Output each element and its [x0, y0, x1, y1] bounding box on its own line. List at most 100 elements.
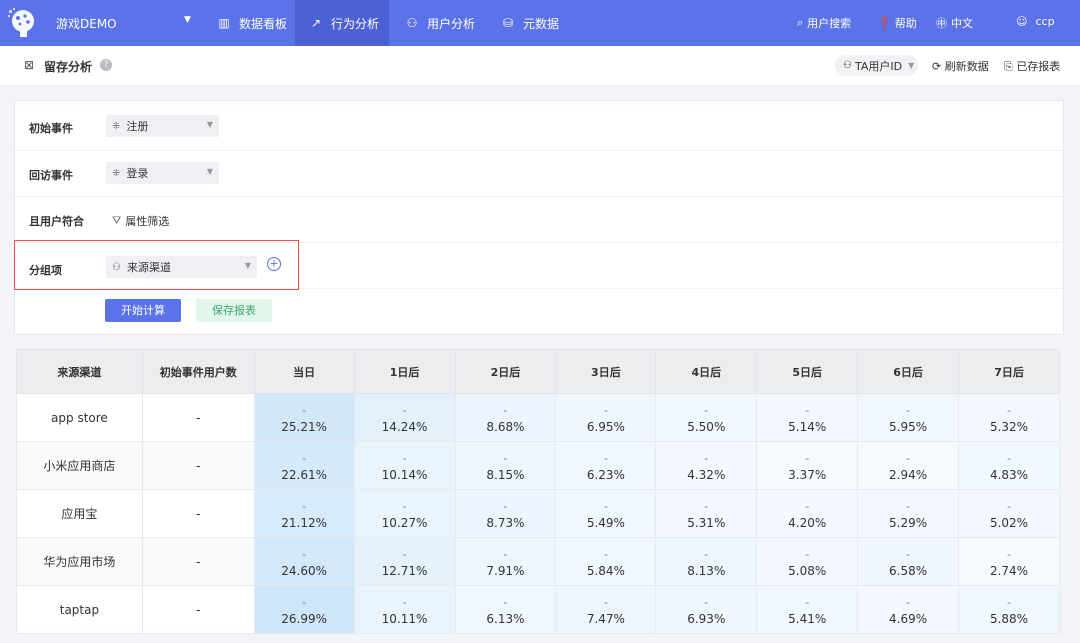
table-header-row: 来源渠道 初始事件用户数 当日 1日后 2日后 3日后 4日后 5日后 6日后 7日后 [16, 349, 1060, 394]
column-header[interactable]: 1日后 [353, 349, 456, 394]
column-header[interactable]: 3日后 [555, 349, 657, 394]
user-menu[interactable]: ☺ ccp [1016, 15, 1055, 28]
column-header[interactable]: 2日后 [454, 349, 557, 394]
retention-cell: - 6.58% [857, 537, 960, 586]
language-icon: ㊥ [936, 17, 947, 30]
retention-cell: - 14.24% [353, 393, 456, 442]
cell-count: - [704, 547, 709, 561]
table-row: 华为应用市场 - -24.60% -12.71% -7.91% -5.84% -8.13% -… [16, 537, 1060, 586]
channel-cell: 应用宝 [16, 489, 143, 538]
retention-cell: - 5.32% [958, 393, 1060, 442]
save-report-button[interactable]: 保存报表 [196, 299, 272, 322]
retention-rate: 4.20% [788, 515, 827, 530]
channel-cell: taptap [16, 585, 143, 634]
column-header[interactable]: 来源渠道 [16, 349, 143, 394]
retention-rate: 5.84% [586, 563, 625, 578]
retention-rate: 21.12% [281, 515, 328, 530]
retention-rate: 10.11% [381, 611, 428, 626]
nav-item-behavior-analysis[interactable]: ↗ 行为分析 [295, 0, 389, 46]
column-header[interactable]: 初始事件用户数 [141, 349, 255, 394]
table-row: app store - -25.21% -14.24% -8.68% -6.95% -5.5… [16, 393, 1060, 442]
refresh-label: 刷新数据 [944, 60, 989, 73]
retention-cell: - 5.29% [857, 489, 960, 538]
page-header: ⊠ 留存分析 ? ⚇ TA用户ID ▼ ⟳ 刷新数据 ⎘ 已存报表 [0, 46, 1080, 86]
retention-cell: - 5.41% [756, 585, 859, 634]
saved-reports-button[interactable]: ⎘ 已存报表 [1004, 58, 1060, 74]
click-event-icon: ⁜ [112, 120, 121, 132]
attribute-filter-link[interactable]: ⛛ 属性筛选 [112, 213, 169, 229]
channel-cell: app store [16, 393, 143, 442]
user-search-label: 用户搜索 [807, 17, 852, 30]
retention-rate: 6.58% [889, 563, 928, 578]
retention-rate: 7.91% [486, 563, 525, 578]
brain-logo-icon[interactable] [6, 6, 40, 40]
column-header[interactable]: 7日后 [958, 349, 1060, 394]
channel-cell: 小米应用商店 [16, 441, 143, 490]
retention-cell: - 8.13% [655, 537, 758, 586]
nav-item-dashboard[interactable]: ▥ 数据看板 [203, 0, 293, 46]
language-switch[interactable]: ㊥ 中文 [936, 15, 973, 31]
retention-cell: - 10.27% [353, 489, 456, 538]
initial-event-row: 初始事件 ⁜ 注册 ▼ [15, 101, 1063, 151]
column-header[interactable]: 6日后 [857, 349, 960, 394]
table-row: 应用宝 - -21.12% -10.27% -8.73% -5.49% -5.31% -4.2… [16, 489, 1060, 538]
nav-item-metadata[interactable]: ⛁ 元数据 [487, 0, 567, 46]
project-dropdown-caret-icon[interactable]: ▼ [184, 15, 191, 25]
retention-rate: 5.49% [586, 515, 625, 530]
user-search-link[interactable]: ⌕ 用户搜索 [797, 15, 851, 31]
attribute-filter-label: 属性筛选 [125, 215, 170, 228]
start-compute-button[interactable]: 开始计算 [105, 299, 181, 322]
return-event-select[interactable]: ⁜ 登录 ▼ [106, 162, 219, 184]
table-row: 小米应用商店 - -22.61% -10.14% -8.15% -6.23% -4.32% -… [16, 441, 1060, 490]
retention-rate: 2.94% [889, 467, 928, 482]
cell-count: - [603, 547, 608, 561]
user-id-icon: ⚇ [843, 60, 852, 71]
column-header[interactable]: 4日后 [655, 349, 758, 394]
nav-item-user-analysis[interactable]: ⚇ 用户分析 [391, 0, 483, 46]
refresh-data-button[interactable]: ⟳ 刷新数据 [932, 58, 989, 74]
return-event-value: 登录 [126, 167, 149, 180]
retention-cell: - 7.47% [555, 585, 657, 634]
cell-count: - [402, 403, 407, 417]
id-selector-label: TA用户ID [854, 59, 903, 73]
user-icon: ⚇ [406, 16, 418, 30]
column-header[interactable]: 当日 [253, 349, 355, 394]
cell-count: - [603, 595, 608, 609]
retention-cell: - 8.15% [454, 441, 557, 490]
retention-cell: - 12.71% [353, 537, 456, 586]
cell-count: - [503, 403, 508, 417]
retention-cell: - 2.94% [857, 441, 960, 490]
nav-item-label: 数据看板 [239, 16, 288, 31]
initial-event-select[interactable]: ⁜ 注册 ▼ [106, 115, 219, 137]
chevron-down-icon: ▼ [206, 120, 213, 129]
cell-count: - [704, 451, 709, 465]
cell-count: - [1007, 499, 1012, 513]
cell-count: - [906, 595, 911, 609]
retention-cell: - 4.20% [756, 489, 859, 538]
search-icon: ⌕ [797, 16, 804, 29]
retention-cell: - 26.99% [253, 585, 355, 634]
cell-count: - [906, 499, 911, 513]
help-tooltip-icon[interactable]: ? [100, 59, 112, 71]
cell-count: - [1007, 403, 1012, 417]
retention-rate: 5.32% [989, 419, 1029, 434]
report-icon: ⎘ [1004, 60, 1013, 73]
cell-count: - [402, 595, 407, 609]
retention-rate: 5.31% [687, 515, 726, 530]
id-selector[interactable]: ⚇ TA用户ID ▼ [835, 55, 918, 76]
project-name[interactable]: 游戏DEMO [56, 15, 117, 32]
retention-cell: - 4.83% [958, 441, 1060, 490]
add-group-icon[interactable]: + [267, 257, 281, 271]
retention-rate: 6.95% [586, 419, 625, 434]
cell-count: - [302, 547, 307, 561]
column-header[interactable]: 5日后 [756, 349, 859, 394]
nav-item-label: 用户分析 [427, 16, 476, 31]
retention-rate: 8.15% [486, 467, 525, 482]
retention-cell: - 5.14% [756, 393, 859, 442]
help-link[interactable]: ❓ 帮助 [877, 15, 917, 31]
retention-rate: 5.02% [989, 515, 1029, 530]
retention-rate: 8.73% [486, 515, 525, 530]
cell-count: - [805, 451, 810, 465]
cell-count: - [302, 499, 307, 513]
cell-count: - [704, 403, 709, 417]
